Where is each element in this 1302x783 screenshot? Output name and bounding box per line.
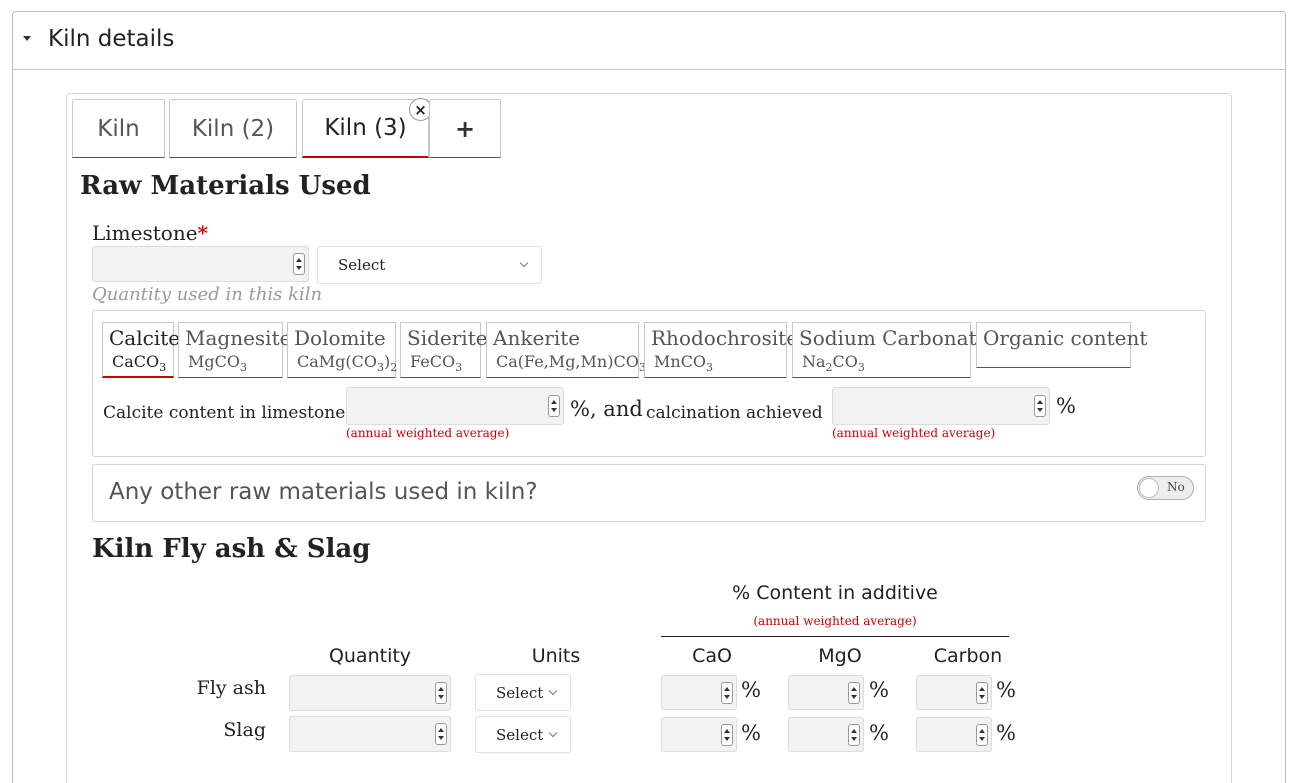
fly-ash-cao-input[interactable] <box>661 675 737 710</box>
fly-ash-carbon-input[interactable] <box>916 675 992 710</box>
mgo-column-header: MgO <box>818 645 862 667</box>
mineral-name: Siderite <box>407 326 488 350</box>
tab-label: Kiln (3) <box>324 115 407 141</box>
fly-ash-slag-heading: Kiln Fly ash & Slag <box>92 534 371 564</box>
carbon-column-header: Carbon <box>933 645 1003 667</box>
caret-down-icon[interactable] <box>23 36 31 41</box>
plus-icon: + <box>454 114 476 143</box>
percent-and-text: %, and <box>570 397 643 421</box>
fly-ash-unit-select[interactable]: Select <box>475 674 571 711</box>
slag-mgo-input[interactable] <box>788 717 864 752</box>
mineral-name: Magnesite <box>185 326 292 350</box>
percent-sign: % <box>741 721 761 745</box>
select-value: Select <box>338 256 386 274</box>
select-value: Select <box>496 683 544 702</box>
mineral-tab-siderite[interactable]: Siderite FeCO3 <box>400 322 488 378</box>
mineral-formula: FeCO3 <box>410 352 463 375</box>
chevron-down-icon <box>548 686 558 695</box>
slag-row-label: Slag <box>223 719 266 741</box>
chevron-down-icon <box>548 728 558 737</box>
fly-ash-quantity-input[interactable] <box>289 675 451 711</box>
quantity-help-text: Quantity used in this kiln <box>92 284 323 305</box>
mineral-name: Sodium Carbonate <box>799 326 989 350</box>
tab-kiln-2[interactable]: Kiln (2) <box>169 99 297 158</box>
fly-ash-mgo-input[interactable] <box>788 675 864 710</box>
toggle-state: No <box>1167 480 1185 494</box>
number-spinner-icon[interactable] <box>435 682 447 704</box>
number-spinner-icon[interactable] <box>435 723 447 745</box>
mineral-formula: MgCO3 <box>188 352 247 375</box>
raw-materials-heading: Raw Materials Used <box>80 171 371 201</box>
number-spinner-icon[interactable] <box>976 723 988 746</box>
limestone-label-text: Limestone <box>92 221 198 245</box>
other-raw-materials-label: Any other raw materials used in kiln? <box>109 479 538 505</box>
slag-unit-select[interactable]: Select <box>475 716 571 753</box>
units-column-header: Units <box>531 645 581 667</box>
number-spinner-icon[interactable] <box>848 681 860 704</box>
calcite-content-label: Calcite content in limestone <box>103 403 346 423</box>
annual-weighted-note: (annual weighted average) <box>753 614 917 628</box>
mineral-tab-organic-content[interactable]: Organic content <box>976 322 1148 368</box>
mineral-formula: Ca(Fe,Mg,Mn)CO3 <box>496 352 646 375</box>
header-divider <box>661 636 1009 637</box>
add-kiln-tab-button[interactable]: + <box>429 99 501 158</box>
select-value: Select <box>496 725 544 744</box>
annual-weighted-note: (annual weighted average) <box>832 426 996 440</box>
percent-sign: % <box>869 721 889 745</box>
number-spinner-icon[interactable] <box>548 395 560 417</box>
tab-kiln-3[interactable]: Kiln (3) × <box>302 98 432 158</box>
annual-weighted-note: (annual weighted average) <box>346 426 510 440</box>
percent-sign: % <box>996 678 1016 702</box>
mineral-formula: MnCO3 <box>654 352 714 375</box>
cao-column-header: CaO <box>692 645 732 667</box>
toggle-knob <box>1139 478 1159 498</box>
number-spinner-icon[interactable] <box>848 723 860 746</box>
calcination-label: calcination achieved <box>646 403 823 423</box>
mineral-tab-sodium-carbonate[interactable]: Sodium Carbonate Na2CO3 <box>792 322 989 378</box>
slag-cao-input[interactable] <box>661 717 737 752</box>
percent-sign: % <box>1056 394 1076 418</box>
percent-sign: % <box>741 678 761 702</box>
percent-sign: % <box>869 678 889 702</box>
number-spinner-icon[interactable] <box>976 681 988 704</box>
mineral-formula: Na2CO3 <box>802 352 865 375</box>
limestone-unit-select[interactable]: Select <box>317 246 542 284</box>
panel-header[interactable]: Kiln details <box>13 12 1285 70</box>
content-in-additive-header: % Content in additive <box>732 582 938 604</box>
tab-kiln-1[interactable]: Kiln <box>72 99 165 158</box>
chevron-down-icon <box>519 258 529 268</box>
number-spinner-icon[interactable] <box>721 723 733 746</box>
panel-title: Kiln details <box>48 26 175 52</box>
calcination-input[interactable] <box>832 387 1050 425</box>
mineral-name: Organic content <box>983 326 1148 350</box>
calcite-content-input[interactable] <box>346 387 564 425</box>
fly-ash-row-label: Fly ash <box>196 677 266 699</box>
number-spinner-icon[interactable] <box>293 253 305 275</box>
mineral-formula: CaMg(CO3)2 <box>297 352 398 375</box>
mineral-name: Dolomite <box>294 326 386 350</box>
mineral-tab-rhodochrosite[interactable]: Rhodochrosite MnCO3 <box>644 322 799 378</box>
quantity-column-header: Quantity <box>328 645 412 667</box>
mineral-tab-magnesite[interactable]: Magnesite MgCO3 <box>178 322 292 378</box>
mineral-formula: CaCO3 <box>112 352 167 375</box>
limestone-label: Limestone* <box>92 221 208 245</box>
mineral-tab-calcite[interactable]: Calcite CaCO3 <box>102 322 181 378</box>
mineral-name: Ankerite <box>493 326 581 350</box>
mineral-name: Rhodochrosite <box>651 326 799 350</box>
tab-label: Kiln <box>97 115 140 142</box>
percent-sign: % <box>996 721 1016 745</box>
number-spinner-icon[interactable] <box>721 681 733 704</box>
slag-quantity-input[interactable] <box>289 716 451 752</box>
required-asterisk: * <box>197 221 209 245</box>
mineral-name: Calcite <box>109 326 181 350</box>
number-spinner-icon[interactable] <box>1034 395 1046 417</box>
limestone-quantity-input[interactable] <box>92 246 309 282</box>
other-raw-materials-toggle[interactable]: No <box>1137 476 1194 500</box>
mineral-tab-dolomite[interactable]: Dolomite CaMg(CO3)2 <box>287 322 398 378</box>
mineral-tab-ankerite[interactable]: Ankerite Ca(Fe,Mg,Mn)CO3 <box>486 322 646 378</box>
slag-carbon-input[interactable] <box>916 717 992 752</box>
tab-label: Kiln (2) <box>191 115 275 142</box>
